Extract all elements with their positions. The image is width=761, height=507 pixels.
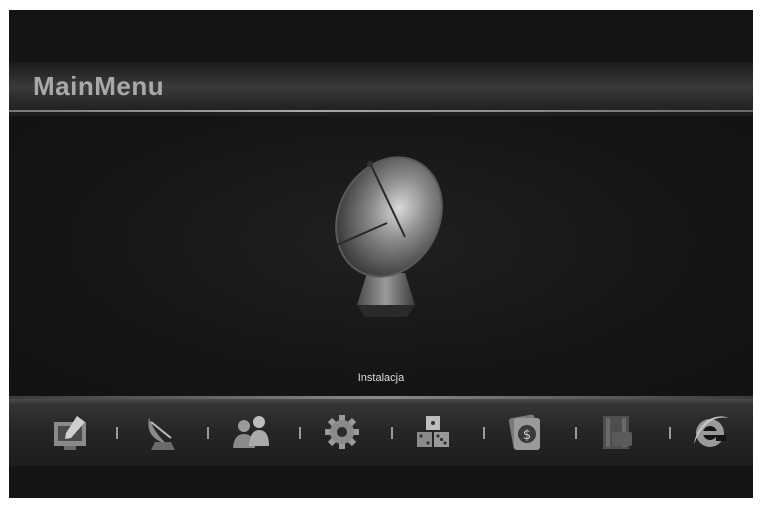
svg-text:$: $ bbox=[523, 428, 531, 443]
bottom-area bbox=[9, 466, 753, 498]
users-icon bbox=[233, 416, 269, 448]
menu-item-edit[interactable] bbox=[51, 412, 91, 452]
page-title: MainMenu bbox=[33, 71, 165, 101]
menu-separator bbox=[207, 427, 209, 439]
menu-separator bbox=[483, 427, 485, 439]
tv-screen: MainMenu Instalacja $ bbox=[9, 10, 753, 498]
menu-bar bbox=[9, 396, 753, 466]
menu-item-settings[interactable] bbox=[322, 412, 362, 452]
money-card-icon: $ bbox=[508, 414, 540, 450]
menu-item-media[interactable] bbox=[598, 412, 638, 452]
menu-separator bbox=[575, 427, 577, 439]
menu-item-internet[interactable] bbox=[690, 412, 730, 452]
settings-gear-icon bbox=[325, 415, 359, 449]
menu-separator bbox=[669, 427, 671, 439]
film-media-icon bbox=[603, 416, 632, 449]
menu-item-money[interactable]: $ bbox=[505, 412, 545, 452]
satellite-dish-icon bbox=[148, 418, 175, 450]
menu-separator bbox=[299, 427, 301, 439]
games-dice-icon bbox=[417, 416, 449, 447]
internet-explorer-icon bbox=[694, 416, 728, 447]
edit-screen-icon bbox=[54, 416, 86, 450]
selected-item-label: Instalacja bbox=[357, 372, 405, 384]
menu-item-games[interactable] bbox=[413, 412, 453, 452]
menu-item-installation[interactable] bbox=[141, 412, 181, 452]
menu-item-users[interactable] bbox=[231, 412, 271, 452]
menu-separator bbox=[391, 427, 393, 439]
satellite-dish-large-icon bbox=[335, 156, 443, 317]
menu-separator bbox=[116, 427, 118, 439]
